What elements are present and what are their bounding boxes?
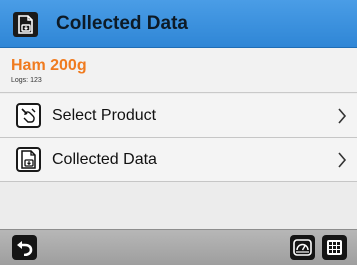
scale-icon bbox=[293, 239, 312, 256]
app-header: Collected Data bbox=[0, 0, 357, 48]
product-info-panel: Ham 200g Logs: 123 bbox=[0, 48, 357, 93]
menu-item-select-product[interactable]: Select Product bbox=[0, 94, 357, 138]
menu-item-label: Collected Data bbox=[52, 151, 157, 168]
grid-menu-icon bbox=[327, 240, 342, 255]
chevron-right-icon bbox=[338, 152, 347, 168]
page-title: Collected Data bbox=[56, 13, 188, 34]
empty-list-area bbox=[0, 182, 357, 229]
logs-count: Logs: 123 bbox=[11, 77, 42, 84]
collected-data-icon bbox=[16, 147, 41, 172]
chevron-right-icon bbox=[338, 108, 347, 124]
back-icon bbox=[17, 241, 33, 256]
product-name: Ham 200g bbox=[11, 57, 87, 74]
grid-menu-button[interactable] bbox=[322, 235, 347, 260]
scale-button[interactable] bbox=[290, 235, 315, 260]
back-button[interactable] bbox=[12, 235, 37, 260]
menu-item-label: Select Product bbox=[52, 107, 157, 124]
footer-toolbar bbox=[0, 229, 357, 265]
select-product-icon bbox=[16, 103, 41, 128]
menu-item-collected-data[interactable]: Collected Data bbox=[0, 138, 357, 182]
collected-data-icon bbox=[13, 12, 38, 37]
